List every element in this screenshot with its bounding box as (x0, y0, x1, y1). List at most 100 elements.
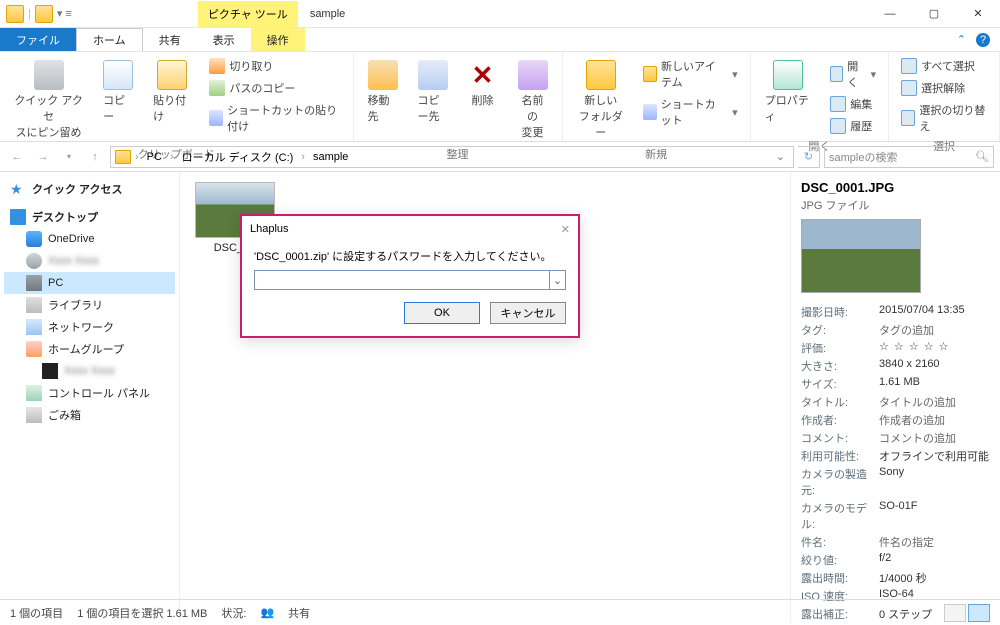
nav-desktop[interactable]: デスクトップ (4, 206, 175, 228)
nav-pc[interactable]: PC (4, 272, 175, 294)
contextual-tab-label: ピクチャ ツール (198, 1, 298, 27)
pin-quickaccess-button[interactable]: クイック アクセ スにピン留め (8, 56, 89, 144)
ok-button[interactable]: OK (404, 302, 480, 324)
help-icon[interactable]: ? (976, 33, 990, 47)
copy-path-button[interactable]: パスのコピー (205, 78, 344, 98)
nav-forward-button[interactable]: → (32, 146, 54, 168)
nav-back-button[interactable]: ← (6, 146, 28, 168)
properties-icon (773, 60, 803, 90)
nav-user[interactable]: Xxxx Xxxx (4, 250, 175, 272)
tab-share[interactable]: 共有 (143, 28, 197, 51)
navigation-pane: ★クイック アクセス デスクトップ OneDrive Xxxx Xxxx PC … (0, 172, 180, 622)
address-dropdown-icon[interactable]: ⌄ (776, 150, 789, 163)
input-dropdown-icon[interactable]: ⌄ (550, 270, 566, 290)
ribbon-collapse-icon[interactable]: ⌃ (957, 33, 966, 46)
onedrive-icon (26, 231, 42, 247)
network-icon (26, 319, 42, 335)
tab-view[interactable]: 表示 (197, 28, 251, 51)
folder-icon (115, 150, 131, 164)
control-panel-icon (26, 385, 42, 401)
nav-homegroup-user[interactable]: Xxxx Xxxx (4, 360, 175, 382)
cut-icon (209, 58, 225, 74)
title-bar: | ▾ ≡ ピクチャ ツール sample — ▢ ✕ (0, 0, 1000, 28)
select-all-icon (901, 58, 917, 74)
dialog-close-button[interactable]: ✕ (561, 223, 570, 236)
ribbon-tabs: ファイル ホーム 共有 表示 操作 ⌃ ? (0, 28, 1000, 52)
minimize-button[interactable]: — (868, 0, 912, 28)
libraries-icon (26, 297, 42, 313)
nav-network[interactable]: ネットワーク (4, 316, 175, 338)
pc-icon (26, 275, 42, 291)
dialog-title: Lhaplus (250, 223, 289, 235)
nav-control-panel[interactable]: コントロール パネル (4, 382, 175, 404)
nav-recycle-bin[interactable]: ごみ箱 (4, 404, 175, 426)
nav-up-button[interactable]: ↑ (84, 146, 106, 168)
view-details-button[interactable] (944, 604, 966, 622)
invert-selection-button[interactable]: 選択の切り替え (897, 100, 991, 136)
breadcrumb-drive[interactable]: ローカル ディスク (C:) (178, 149, 298, 165)
paste-button[interactable]: 貼り付け (147, 56, 197, 128)
tab-home[interactable]: ホーム (76, 28, 143, 51)
nav-history-button[interactable]: ▾ (58, 146, 80, 168)
breadcrumb-folder[interactable]: sample (309, 151, 352, 163)
dialog-message: 'DSC_0001.zip' に設定するパスワードを入力してください。 (254, 248, 566, 264)
edit-button[interactable]: 編集 (826, 94, 880, 114)
new-item-button[interactable]: 新しいアイテム▾ (639, 56, 742, 92)
open-button[interactable]: 開く▾ (826, 56, 880, 92)
shortcut-icon (209, 110, 223, 126)
breadcrumb[interactable]: › PC › ローカル ディスク (C:) › sample ⌄ (110, 146, 794, 168)
properties-button[interactable]: プロパティ (759, 56, 819, 128)
chevron-down-icon: ▾ (732, 106, 738, 119)
select-none-button[interactable]: 選択解除 (897, 78, 991, 98)
nav-quick-access[interactable]: ★クイック アクセス (4, 178, 175, 200)
details-pane: DSC_0001.JPG JPG ファイル 撮影日時:2015/07/04 13… (790, 172, 1000, 622)
breadcrumb-pc[interactable]: PC (143, 151, 166, 163)
window-title: sample (310, 8, 345, 20)
pin-icon (34, 60, 64, 90)
cut-button[interactable]: 切り取り (205, 56, 344, 76)
tab-file[interactable]: ファイル (0, 28, 76, 51)
easy-access-button[interactable]: ショートカット▾ (639, 94, 742, 130)
select-all-button[interactable]: すべて選択 (897, 56, 991, 76)
open-icon (830, 66, 843, 82)
shared-icon: 👥 (260, 606, 274, 619)
select-none-icon (901, 80, 917, 96)
user-icon (26, 253, 42, 269)
copy-button[interactable]: コピー (97, 56, 139, 128)
nav-homegroup[interactable]: ホームグループ (4, 338, 175, 360)
history-icon (830, 118, 846, 134)
close-button[interactable]: ✕ (956, 0, 1000, 28)
edit-icon (830, 96, 846, 112)
qat-folder-icon[interactable] (35, 5, 53, 23)
view-thumbnails-button[interactable] (968, 604, 990, 622)
moveto-icon (368, 60, 398, 90)
rename-button[interactable]: 名前の 変更 (512, 56, 554, 144)
nav-libraries[interactable]: ライブラリ (4, 294, 175, 316)
search-input[interactable]: sampleの検索 🔍︎ (824, 146, 994, 168)
trash-icon (26, 407, 42, 423)
qat-dropdown-icon[interactable]: ▾ ≡ (57, 7, 72, 20)
moveto-button[interactable]: 移動先 (362, 56, 404, 128)
refresh-button[interactable]: ↻ (798, 146, 820, 168)
tab-manage[interactable]: 操作 (251, 28, 305, 51)
status-item-count: 1 個の項目 (10, 605, 63, 621)
chevron-right-icon[interactable]: › (168, 151, 176, 163)
new-item-icon (643, 66, 657, 82)
delete-icon: ✕ (468, 60, 498, 90)
chevron-right-icon[interactable]: › (299, 151, 307, 163)
maximize-button[interactable]: ▢ (912, 0, 956, 28)
details-table: 撮影日時:2015/07/04 13:35タグ:タグの追加評価:☆ ☆ ☆ ☆ … (801, 303, 990, 622)
delete-button[interactable]: ✕削除 (462, 56, 504, 112)
copyto-button[interactable]: コピー先 (412, 56, 454, 128)
new-folder-button[interactable]: 新しい フォルダー (571, 56, 631, 144)
paste-shortcut-button[interactable]: ショートカットの貼り付け (205, 100, 344, 136)
nav-onedrive[interactable]: OneDrive (4, 228, 175, 250)
qat-divider: | (28, 8, 31, 20)
password-input[interactable] (254, 270, 550, 290)
history-button[interactable]: 履歴 (826, 116, 880, 136)
new-folder-icon (586, 60, 616, 90)
copyto-icon (418, 60, 448, 90)
chevron-right-icon[interactable]: › (133, 151, 141, 163)
cancel-button[interactable]: キャンセル (490, 302, 566, 324)
search-placeholder: sampleの検索 (829, 149, 897, 165)
